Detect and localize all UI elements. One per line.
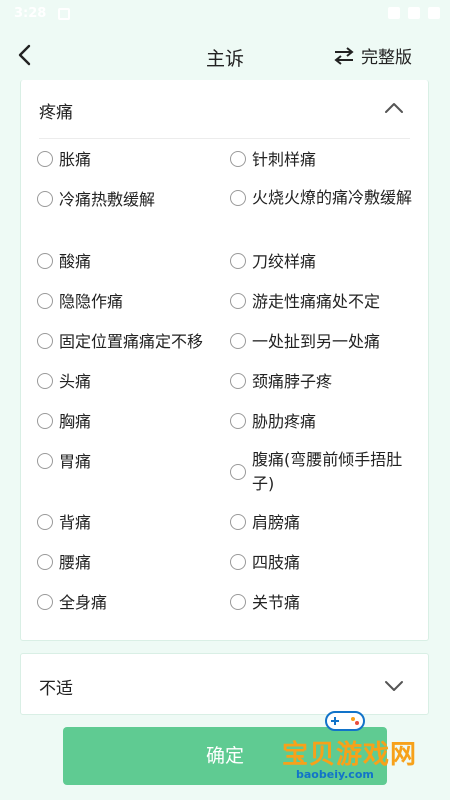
- radio-button[interactable]: [37, 151, 53, 167]
- radio-button[interactable]: [37, 594, 53, 610]
- section-pain-header[interactable]: 疼痛: [21, 80, 428, 138]
- section-title: 不适: [39, 679, 73, 699]
- option-label: 颈痛脖子疼: [252, 372, 333, 391]
- sim-icon: [58, 8, 70, 20]
- radio-button[interactable]: [37, 413, 53, 429]
- option-15[interactable]: 腹痛(弯腰前倾手捂肚子): [230, 448, 420, 496]
- option-label: 背痛: [59, 513, 92, 532]
- section-title: 疼痛: [39, 103, 73, 123]
- option-19[interactable]: 四肢痛: [230, 551, 300, 575]
- status-time: 3:28: [14, 6, 47, 21]
- option-17[interactable]: 肩膀痛: [230, 511, 300, 535]
- option-label: 腰痛: [59, 553, 92, 572]
- option-label: 冷痛热敷缓解: [59, 190, 156, 209]
- radio-button[interactable]: [230, 594, 246, 610]
- radio-button[interactable]: [230, 514, 246, 530]
- option-label: 胁肋疼痛: [252, 412, 317, 431]
- swap-arrows-icon: [334, 46, 354, 65]
- header: 主诉 完整版: [0, 30, 450, 82]
- option-label: 隐隐作痛: [59, 292, 124, 311]
- radio-button[interactable]: [230, 293, 246, 309]
- option-13[interactable]: 胁肋疼痛: [230, 410, 316, 434]
- radio-button[interactable]: [37, 373, 53, 389]
- option-label: 刀绞样痛: [252, 252, 317, 271]
- battery-icon: [428, 7, 440, 19]
- option-label: 头痛: [59, 372, 92, 391]
- radio-button[interactable]: [230, 554, 246, 570]
- radio-button[interactable]: [37, 554, 53, 570]
- option-label: 关节痛: [252, 593, 301, 612]
- radio-button[interactable]: [230, 333, 246, 349]
- option-1[interactable]: 针刺样痛: [230, 148, 316, 172]
- full-version-button[interactable]: 完整版: [333, 43, 412, 68]
- option-label: 全身痛: [59, 593, 108, 612]
- section-pain: 疼痛 胀痛 针刺样痛 冷痛热敷缓解 火烧火燎的痛冷敷缓解 酸痛 刀绞样痛 隐隐作…: [20, 80, 429, 641]
- option-10[interactable]: 头痛: [37, 370, 91, 394]
- radio-button[interactable]: [230, 151, 246, 167]
- option-label: 针刺样痛: [252, 150, 317, 169]
- divider: [39, 138, 410, 139]
- option-2[interactable]: 冷痛热敷缓解: [37, 188, 155, 212]
- option-7[interactable]: 游走性痛痛处不定: [230, 290, 380, 314]
- option-20[interactable]: 全身痛: [37, 591, 107, 615]
- option-9[interactable]: 一处扯到另一处痛: [230, 330, 380, 354]
- radio-button[interactable]: [230, 190, 246, 206]
- option-label: 四肢痛: [252, 553, 301, 572]
- option-label: 胃痛: [59, 452, 92, 471]
- radio-button[interactable]: [37, 333, 53, 349]
- chevron-down-icon: [385, 681, 403, 691]
- option-label: 固定位置痛痛定不移: [59, 332, 204, 351]
- radio-button[interactable]: [230, 373, 246, 389]
- radio-button[interactable]: [230, 413, 246, 429]
- option-label: 胀痛: [59, 150, 92, 169]
- option-8[interactable]: 固定位置痛痛定不移: [37, 330, 203, 354]
- option-label: 腹痛(弯腰前倾手捂肚子): [252, 450, 403, 493]
- option-16[interactable]: 背痛: [37, 511, 91, 535]
- option-21[interactable]: 关节痛: [230, 591, 300, 615]
- radio-button[interactable]: [37, 453, 53, 469]
- option-14[interactable]: 胃痛: [37, 450, 91, 474]
- option-0[interactable]: 胀痛: [37, 148, 91, 172]
- radio-button[interactable]: [37, 253, 53, 269]
- full-version-label: 完整版: [361, 48, 412, 68]
- wifi-icon: [388, 7, 400, 19]
- option-label: 肩膀痛: [252, 513, 301, 532]
- radio-button[interactable]: [230, 464, 246, 480]
- radio-button[interactable]: [37, 514, 53, 530]
- signal-icon: [408, 7, 420, 19]
- section-discomfort[interactable]: 不适: [20, 653, 429, 715]
- confirm-button[interactable]: 确定: [63, 727, 387, 785]
- radio-button[interactable]: [230, 253, 246, 269]
- radio-button[interactable]: [37, 293, 53, 309]
- option-label: 一处扯到另一处痛: [252, 332, 381, 351]
- radio-button[interactable]: [37, 191, 53, 207]
- option-label: 火烧火燎的痛冷敷缓解: [252, 188, 413, 207]
- chevron-up-icon: [385, 103, 403, 113]
- option-4[interactable]: 酸痛: [37, 250, 91, 274]
- option-label: 酸痛: [59, 252, 92, 271]
- status-icons: [388, 7, 440, 19]
- option-6[interactable]: 隐隐作痛: [37, 290, 123, 314]
- status-bar: 3:28: [0, 0, 450, 30]
- option-18[interactable]: 腰痛: [37, 551, 91, 575]
- option-11[interactable]: 颈痛脖子疼: [230, 370, 332, 394]
- option-label: 游走性痛痛处不定: [252, 292, 381, 311]
- option-12[interactable]: 胸痛: [37, 410, 91, 434]
- option-label: 胸痛: [59, 412, 92, 431]
- option-3[interactable]: 火烧火燎的痛冷敷缓解: [230, 186, 420, 210]
- option-5[interactable]: 刀绞样痛: [230, 250, 316, 274]
